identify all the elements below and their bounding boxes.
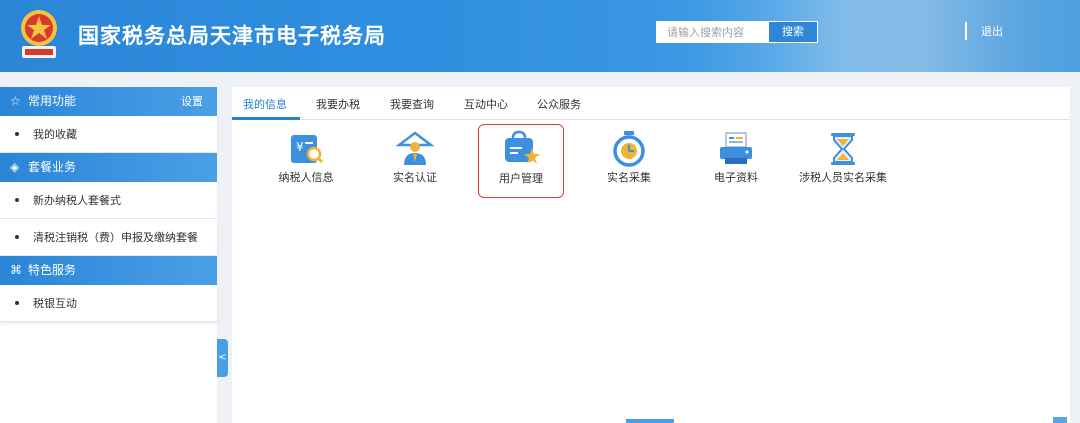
tab-query[interactable]: 我要查询 xyxy=(390,96,434,112)
taxpayer-info-icon: ¥ xyxy=(291,135,324,164)
sidebar-section-title: 特色服务 xyxy=(28,263,77,277)
tile-label: 电子资料 xyxy=(714,171,758,184)
tile-realname-collect[interactable]: 实名采集 xyxy=(594,127,664,197)
search-input[interactable] xyxy=(656,21,768,43)
sidebar-item-label: 我的收藏 xyxy=(33,128,77,141)
tab-bar: 我的信息 我要办税 我要查询 互动中心 公众服务 xyxy=(232,87,1070,120)
logout-link[interactable]: 退出 xyxy=(981,23,1003,39)
sidebar-item-deregistration-package[interactable]: 清税注销税（费）申报及缴纳套餐 xyxy=(0,219,217,256)
star-icon: ☆ xyxy=(10,94,21,108)
tab-my-info[interactable]: 我的信息 xyxy=(243,96,287,112)
layers-icon: ◈ xyxy=(10,160,20,174)
top-banner: 国家税务总局天津市电子税务局 搜索 退出 xyxy=(0,0,1080,72)
main-panel: 我的信息 我要办税 我要查询 互动中心 公众服务 ¥ 纳税人信息 实名认证 用户… xyxy=(232,87,1070,423)
sidebar-collapse-button[interactable]: < xyxy=(217,339,228,377)
sidebar-section-title: 套餐业务 xyxy=(28,160,77,174)
tile-electronic-docs[interactable]: 电子资料 xyxy=(698,127,774,197)
tile-realname-auth[interactable]: 实名认证 xyxy=(379,127,451,197)
site-title: 国家税务总局天津市电子税务局 xyxy=(78,24,386,48)
tab-public-service[interactable]: 公众服务 xyxy=(537,96,581,112)
sidebar-item-favorites[interactable]: 我的收藏 xyxy=(0,116,217,153)
sidebar-section-common[interactable]: ☆ 常用功能 设置 xyxy=(0,87,217,116)
header-divider xyxy=(965,22,967,40)
sidebar-item-tax-bank[interactable]: 税银互动 xyxy=(0,285,217,322)
tab-interaction[interactable]: 互动中心 xyxy=(464,96,508,112)
tile-label: 纳税人信息 xyxy=(278,171,334,184)
realname-auth-icon xyxy=(396,131,434,165)
horizontal-scrollbar-thumb[interactable] xyxy=(626,419,674,423)
tile-tax-personnel-collect[interactable]: 涉税人员实名采集 xyxy=(798,127,888,197)
bullet-icon xyxy=(15,301,19,305)
tile-label: 涉税人员实名采集 xyxy=(799,171,887,184)
tile-user-management[interactable]: 用户管理 xyxy=(478,124,564,198)
settings-link[interactable]: 设置 xyxy=(181,87,203,116)
tile-label: 实名认证 xyxy=(393,171,437,184)
tab-tax-handling[interactable]: 我要办税 xyxy=(316,96,360,112)
user-management-icon xyxy=(505,130,540,164)
tile-taxpayer-info[interactable]: ¥ 纳税人信息 xyxy=(268,127,344,197)
svg-text:¥: ¥ xyxy=(296,140,304,154)
sidebar: ☆ 常用功能 设置 我的收藏 ◈ 套餐业务 新办纳税人套餐式 清税注销税（费）申报及… xyxy=(0,87,217,423)
stopwatch-icon xyxy=(613,131,645,167)
active-tab-indicator xyxy=(232,117,300,120)
tax-emblem-logo xyxy=(21,10,57,58)
bullet-icon xyxy=(15,198,19,202)
printer-icon xyxy=(720,132,752,164)
search-button[interactable]: 搜索 xyxy=(768,21,818,43)
corner-indicator xyxy=(1053,417,1067,423)
sidebar-item-new-taxpayer-package[interactable]: 新办纳税人套餐式 xyxy=(0,182,217,219)
tile-label: 用户管理 xyxy=(499,172,543,185)
sidebar-item-label: 清税注销税（费）申报及缴纳套餐 xyxy=(33,231,198,244)
sidebar-section-packages[interactable]: ◈ 套餐业务 xyxy=(0,153,217,182)
bullet-icon xyxy=(15,132,19,136)
hourglass-icon xyxy=(831,133,855,165)
sidebar-section-special[interactable]: ⌘ 特色服务 xyxy=(0,256,217,285)
tile-label: 实名采集 xyxy=(607,171,651,184)
grid-icon: ⌘ xyxy=(10,263,22,277)
bullet-icon xyxy=(15,235,19,239)
sidebar-section-title: 常用功能 xyxy=(28,94,77,108)
sidebar-item-label: 税银互动 xyxy=(33,297,77,310)
sidebar-item-label: 新办纳税人套餐式 xyxy=(33,194,121,207)
